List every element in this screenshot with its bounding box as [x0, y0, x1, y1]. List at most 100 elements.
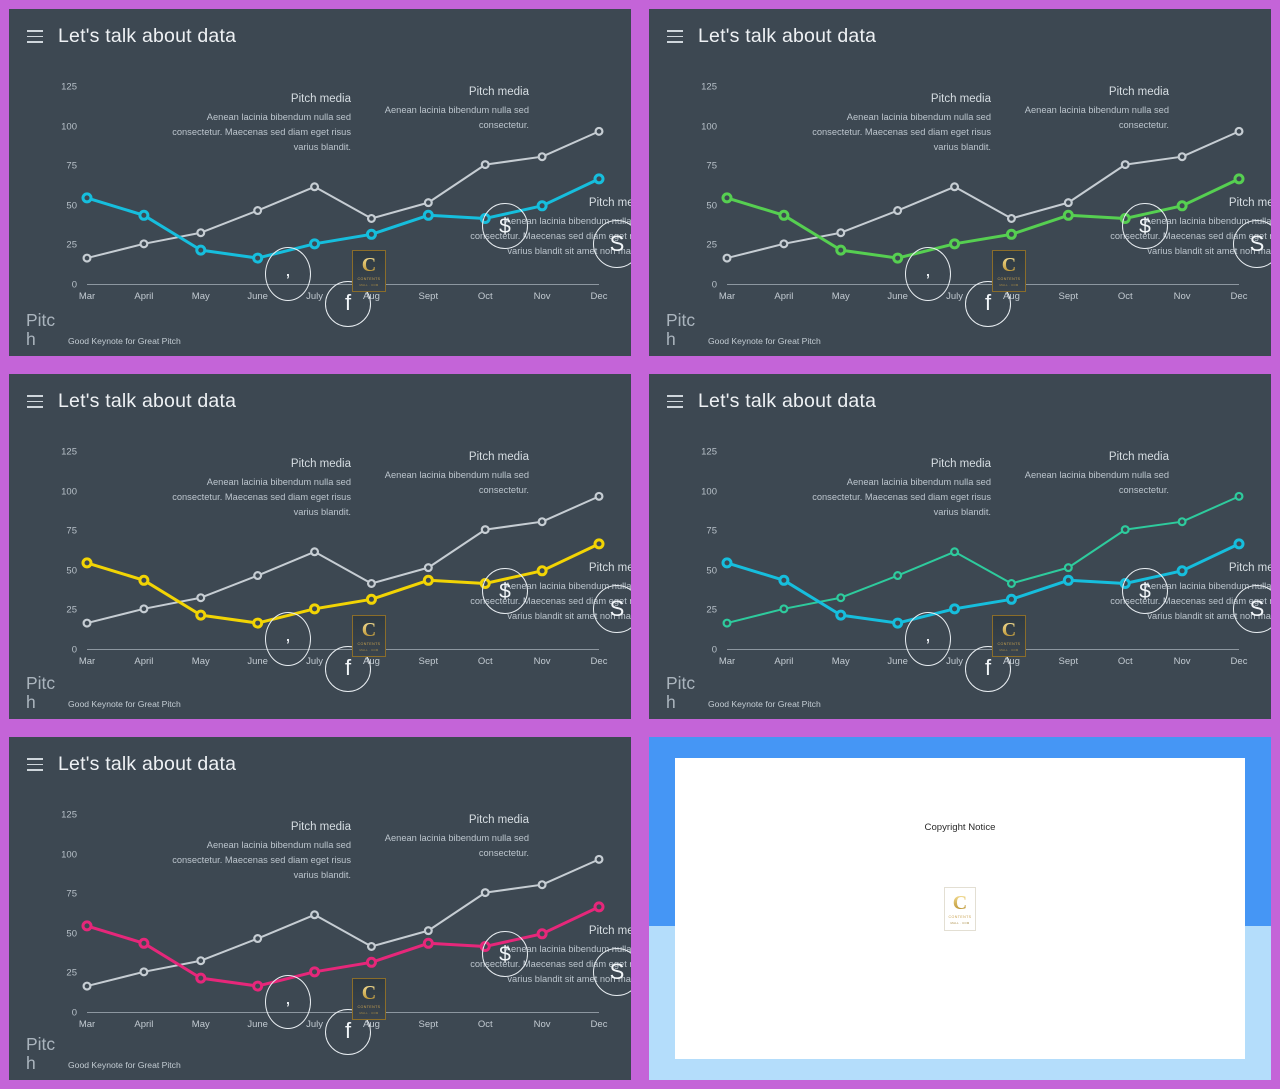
slide-cell-variant-green[interactable]: Let's talk about data 0 25 50 75 100 125 Mar A… [640, 0, 1280, 365]
data-point[interactable] [950, 182, 960, 192]
data-point[interactable] [81, 920, 93, 932]
data-point[interactable] [195, 972, 207, 984]
data-point[interactable] [196, 228, 206, 238]
data-point[interactable] [138, 574, 150, 586]
slide[interactable]: Let's talk about data 0 25 50 75 100 125 Mar A… [9, 374, 631, 719]
data-point[interactable] [949, 603, 961, 615]
data-point[interactable] [366, 941, 376, 951]
data-point[interactable] [195, 244, 207, 256]
data-point[interactable] [310, 547, 320, 557]
data-point[interactable] [1233, 538, 1245, 550]
data-point[interactable] [594, 854, 604, 864]
data-point[interactable] [252, 980, 264, 992]
data-point[interactable] [593, 538, 605, 550]
data-point[interactable] [138, 937, 150, 949]
data-point[interactable] [309, 966, 321, 978]
slide[interactable]: Let's talk about data 0 25 50 75 100 125 Mar A… [9, 737, 631, 1080]
twitter-badge[interactable]: ’ [265, 975, 311, 1029]
data-point[interactable] [779, 239, 789, 249]
data-point[interactable] [537, 880, 547, 890]
dollar-badge[interactable]: $ [1122, 203, 1168, 249]
dollar-badge[interactable]: $ [482, 568, 528, 614]
data-point[interactable] [252, 252, 264, 264]
data-point[interactable] [1062, 209, 1074, 221]
data-point[interactable] [722, 253, 732, 263]
data-point[interactable] [1005, 593, 1017, 605]
data-point[interactable] [778, 209, 790, 221]
data-point[interactable] [779, 604, 789, 614]
data-point[interactable] [309, 603, 321, 615]
data-point[interactable] [593, 901, 605, 913]
data-point[interactable] [480, 525, 490, 535]
data-point[interactable] [1063, 563, 1073, 573]
data-point[interactable] [480, 888, 490, 898]
data-point[interactable] [365, 593, 377, 605]
data-point[interactable] [422, 937, 434, 949]
data-point[interactable] [1234, 126, 1244, 136]
data-point[interactable] [722, 618, 732, 628]
hamburger-icon[interactable] [667, 395, 683, 408]
data-point[interactable] [537, 517, 547, 527]
data-point[interactable] [82, 253, 92, 263]
slide-cell-variant-pink[interactable]: Let's talk about data 0 25 50 75 100 125 Mar A… [0, 728, 640, 1089]
data-point[interactable] [1177, 517, 1187, 527]
data-point[interactable] [893, 206, 903, 216]
dollar-badge[interactable]: $ [482, 931, 528, 977]
twitter-badge[interactable]: ’ [265, 247, 311, 301]
hamburger-icon[interactable] [667, 30, 683, 43]
data-point[interactable] [950, 547, 960, 557]
data-point[interactable] [139, 604, 149, 614]
data-point[interactable] [1234, 491, 1244, 501]
data-point[interactable] [1006, 213, 1016, 223]
data-point[interactable] [253, 934, 263, 944]
data-point[interactable] [423, 563, 433, 573]
data-point[interactable] [1233, 173, 1245, 185]
data-point[interactable] [593, 173, 605, 185]
data-point[interactable] [1177, 152, 1187, 162]
data-point[interactable] [721, 557, 733, 569]
data-point[interactable] [310, 910, 320, 920]
data-point[interactable] [1120, 160, 1130, 170]
data-point[interactable] [253, 206, 263, 216]
data-point[interactable] [82, 981, 92, 991]
twitter-badge[interactable]: ’ [905, 247, 951, 301]
data-point[interactable] [594, 491, 604, 501]
data-point[interactable] [594, 126, 604, 136]
data-point[interactable] [422, 209, 434, 221]
data-point[interactable] [423, 926, 433, 936]
slide[interactable]: Let's talk about data 0 25 50 75 100 125 Mar A… [649, 374, 1271, 719]
data-point[interactable] [892, 252, 904, 264]
slide[interactable]: Let's talk about data 0 25 50 75 100 125 Mar A… [649, 9, 1271, 356]
twitter-badge[interactable]: ’ [265, 612, 311, 666]
data-point[interactable] [365, 956, 377, 968]
dollar-badge[interactable]: $ [1122, 568, 1168, 614]
data-point[interactable] [365, 228, 377, 240]
data-point[interactable] [81, 192, 93, 204]
data-point[interactable] [1062, 574, 1074, 586]
copyright-slide[interactable]: Copyright Notice C CONTENTS MALL . COM [649, 737, 1271, 1080]
dollar-badge[interactable]: $ [482, 203, 528, 249]
data-point[interactable] [949, 238, 961, 250]
data-point[interactable] [836, 593, 846, 603]
data-point[interactable] [537, 152, 547, 162]
slide[interactable]: Let's talk about data 0 25 50 75 100 125 Mar A… [9, 9, 631, 356]
hamburger-icon[interactable] [27, 395, 43, 408]
data-point[interactable] [835, 244, 847, 256]
slide-cell-variant-cyan[interactable]: Let's talk about data 0 25 50 75 100 125 Mar A… [0, 0, 640, 365]
data-point[interactable] [893, 571, 903, 581]
data-point[interactable] [139, 239, 149, 249]
twitter-badge[interactable]: ’ [905, 612, 951, 666]
data-point[interactable] [480, 160, 490, 170]
data-point[interactable] [309, 238, 321, 250]
data-point[interactable] [1006, 578, 1016, 588]
data-point[interactable] [82, 618, 92, 628]
data-point[interactable] [253, 571, 263, 581]
hamburger-icon[interactable] [27, 758, 43, 771]
data-point[interactable] [892, 617, 904, 629]
slide-cell-variant-yellow[interactable]: Let's talk about data 0 25 50 75 100 125 Mar A… [0, 365, 640, 728]
data-point[interactable] [138, 209, 150, 221]
data-point[interactable] [196, 956, 206, 966]
data-point[interactable] [196, 593, 206, 603]
data-point[interactable] [1120, 525, 1130, 535]
data-point[interactable] [836, 228, 846, 238]
